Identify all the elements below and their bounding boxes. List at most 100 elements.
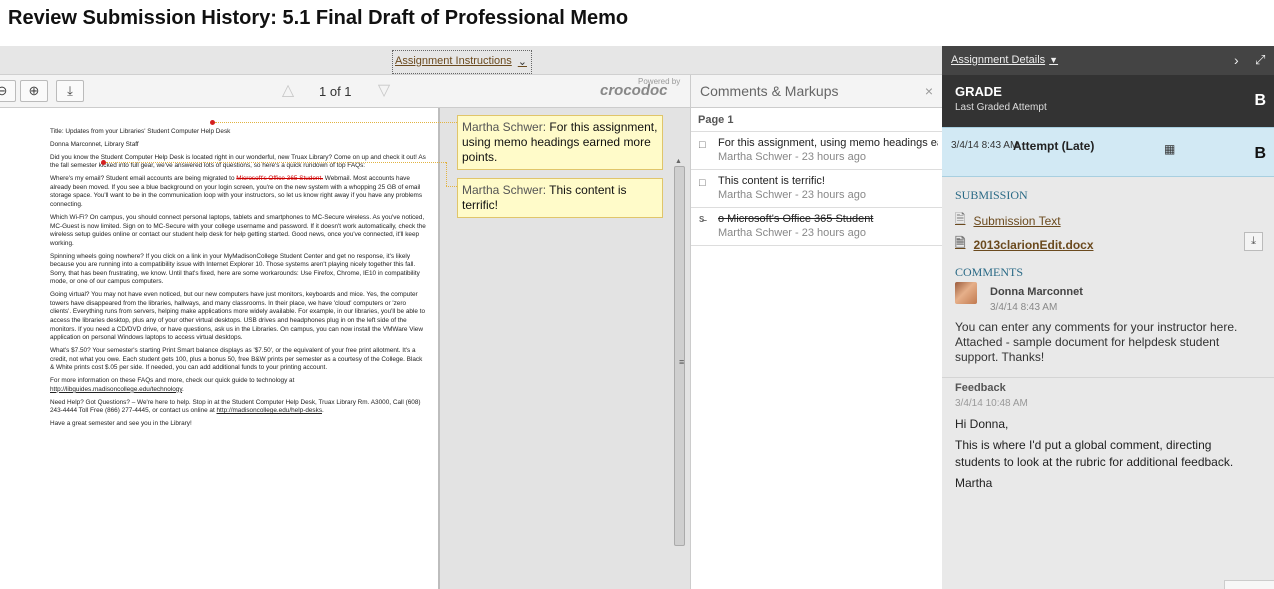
triangle-up-icon: △: [281, 82, 295, 99]
crocodoc-logo: Powered by crocodoc: [600, 77, 680, 99]
close-icon[interactable]: ×: [925, 83, 933, 99]
feedback-line: This is where I'd put a global comment, …: [955, 438, 1234, 469]
sidebar-corner: [1224, 580, 1274, 589]
comments-heading: COMMENTS: [955, 265, 1024, 279]
feedback-heading: Feedback: [955, 382, 1006, 394]
doc-paragraph-email: Where's my email? Student email accounts…: [50, 175, 428, 209]
assignment-instructions-label: Assignment Instructions: [395, 55, 512, 67]
chevron-down-icon: ▼: [1049, 55, 1059, 65]
submission-text-link[interactable]: 🗎 Submission Text: [955, 210, 1061, 232]
document-page[interactable]: Title: Updates from your Libraries' Stud…: [0, 108, 440, 589]
annotation-author: Martha Schwer:: [462, 120, 547, 134]
comment-item-meta: Martha Schwer - 23 hours ago: [718, 151, 866, 163]
annotation-leader-line: [106, 162, 446, 163]
assignment-sidebar: Assignment Details ▼ › ⤢ GRADE Last Grade…: [942, 46, 1274, 589]
download-button[interactable]: ⤓: [56, 80, 84, 102]
doc-text: For more information on these FAQs and m…: [50, 377, 295, 385]
page-title: Review Submission History: 5.1 Final Dra…: [0, 0, 942, 46]
chevron-right-icon[interactable]: ›: [1234, 52, 1239, 68]
doc-paragraph: Donna Marconnet, Library Staff: [50, 140, 139, 148]
annotation-note[interactable]: Martha Schwer: For this assignment, usin…: [457, 115, 663, 170]
file-link-label: 2013clarionEdit.docx: [973, 238, 1094, 252]
scrollbar-thumb[interactable]: ≡: [674, 166, 685, 546]
strikethrough-markup[interactable]: Microsoft's Office 365 Student.: [236, 175, 323, 182]
feedback-line: Hi Donna,: [955, 417, 1009, 431]
doc-paragraph-help: Need Help? Got Questions? – We're here t…: [50, 399, 428, 416]
doc-text: .: [322, 407, 324, 415]
grade-label: GRADE: [955, 84, 1002, 99]
comment-item-meta: Martha Schwer - 23 hours ago: [718, 227, 866, 239]
assignment-details-link[interactable]: Assignment Details ▼: [951, 54, 1058, 66]
divider: [942, 377, 1274, 378]
attachment-file-link[interactable]: 🗎 2013clarionEdit.docx: [955, 234, 1094, 256]
chevron-down-icon: ⌄: [517, 56, 527, 68]
comment-list-item[interactable]: □ This content is terrific! Martha Schwe…: [691, 170, 942, 208]
grade-value: B: [1254, 92, 1266, 109]
expand-icon[interactable]: ⤢: [1255, 52, 1265, 68]
page-counter: 1 of 1: [319, 84, 352, 99]
grip-icon: ≡: [679, 357, 685, 367]
download-icon: ⤓: [1251, 235, 1256, 247]
doc-paragraph: What's $7.50? Your semester's starting P…: [50, 347, 423, 372]
annotation-note[interactable]: Martha Schwer: This content is terrific!: [457, 178, 663, 218]
doc-paragraph: Title: Updates from your Libraries' Stud…: [50, 128, 231, 135]
doc-paragraph-faq: For more information on these FAQs and m…: [50, 377, 428, 394]
attempt-row[interactable]: 3/4/14 8:43 AM Attempt (Late) ▦ B: [942, 127, 1274, 177]
comments-markups-panel: Comments & Markups × Page 1 □ For this a…: [690, 75, 942, 589]
file-icon: 🗎: [955, 211, 966, 226]
comments-panel-title: Comments & Markups: [700, 83, 839, 99]
zoom-out-icon: ⊖: [0, 83, 8, 98]
doc-paragraph: Which Wi-Fi? On campus, you should conne…: [50, 213, 426, 247]
instructions-bar: Assignment Instructions ⌄: [0, 46, 942, 75]
annotation-leader-line: [446, 186, 457, 187]
doc-link[interactable]: http://libguides.madisoncollege.edu/tech…: [50, 386, 182, 393]
comment-author: Donna Marconnet: [990, 286, 1083, 298]
download-attachment-button[interactable]: ⤓: [1244, 232, 1263, 251]
comment-list-item[interactable]: □ For this assignment, using memo headin…: [691, 132, 942, 170]
app-root: Review Submission History: 5.1 Final Dra…: [0, 0, 1274, 589]
document-scrollbar[interactable]: ▲ ≡: [672, 158, 686, 560]
comment-item-text: This content is terrific!: [718, 175, 825, 187]
attempt-date: 3/4/14 8:43 AM: [951, 140, 1019, 151]
doc-paragraph: Spinning wheels going nowhere? If you cl…: [50, 252, 420, 286]
viewer-toolbar: ⊖ ⊕ ⤓ △ 1 of 1 ▽ Powered by crocodoc: [0, 75, 690, 108]
annotation-author: Martha Schwer:: [462, 183, 547, 197]
assignment-instructions-button[interactable]: Assignment Instructions ⌄: [392, 50, 532, 74]
attempt-grade: B: [1254, 145, 1266, 162]
zoom-in-button[interactable]: ⊕: [20, 80, 48, 102]
page-title-text: Review Submission History: 5.1 Final Dra…: [8, 7, 629, 29]
previous-page-button[interactable]: △: [274, 80, 302, 102]
feedback-line: Martha: [955, 476, 993, 490]
grade-box: GRADE Last Graded Attempt B: [942, 75, 1274, 127]
comments-page-label: Page 1: [691, 108, 942, 132]
attempt-title: Attempt (Late): [1013, 139, 1095, 153]
zoom-in-icon: ⊕: [28, 83, 40, 98]
doc-text: .: [182, 385, 184, 393]
next-page-button[interactable]: ▽: [370, 80, 398, 102]
comment-list-item[interactable]: S̶ o Microsoft's Office 365 Student Mart…: [691, 208, 942, 246]
avatar: [955, 282, 977, 304]
feedback-date: 3/4/14 10:48 AM: [955, 398, 1028, 409]
doc-paragraph: Have a great semester and see you in the…: [50, 420, 192, 428]
sidebar-top-bar: Assignment Details ▼ › ⤢: [942, 46, 1274, 75]
doc-link[interactable]: http://madisoncollege.edu/help-desks: [217, 407, 323, 414]
triangle-down-icon: ▽: [377, 82, 391, 99]
comment-item-text: For this assignment, using memo headings…: [718, 137, 938, 149]
download-icon: ⤓: [67, 83, 73, 98]
zoom-out-button[interactable]: ⊖: [0, 80, 16, 102]
strikethrough-icon: S̶: [699, 215, 705, 224]
annotation-leader-line: [215, 122, 457, 123]
comment-icon: □: [699, 177, 706, 189]
comments-panel-header: Comments & Markups ×: [691, 75, 942, 108]
file-link-label: Submission Text: [973, 214, 1061, 228]
feedback-text: Hi Donna, This is where I'd put a global…: [955, 416, 1260, 496]
comment-item-meta: Martha Schwer - 23 hours ago: [718, 189, 866, 201]
assignment-details-label: Assignment Details: [951, 54, 1046, 66]
grid-icon[interactable]: ▦: [1164, 142, 1175, 156]
file-icon: 🗎: [955, 235, 966, 250]
comment-item-text: o Microsoft's Office 365 Student: [718, 213, 874, 225]
doc-text: Where's my email? Student email accounts…: [50, 175, 237, 183]
document-area: Title: Updates from your Libraries' Stud…: [0, 108, 690, 589]
powered-by-text: Powered by: [638, 77, 681, 86]
scroll-up-icon[interactable]: ▲: [675, 158, 682, 165]
